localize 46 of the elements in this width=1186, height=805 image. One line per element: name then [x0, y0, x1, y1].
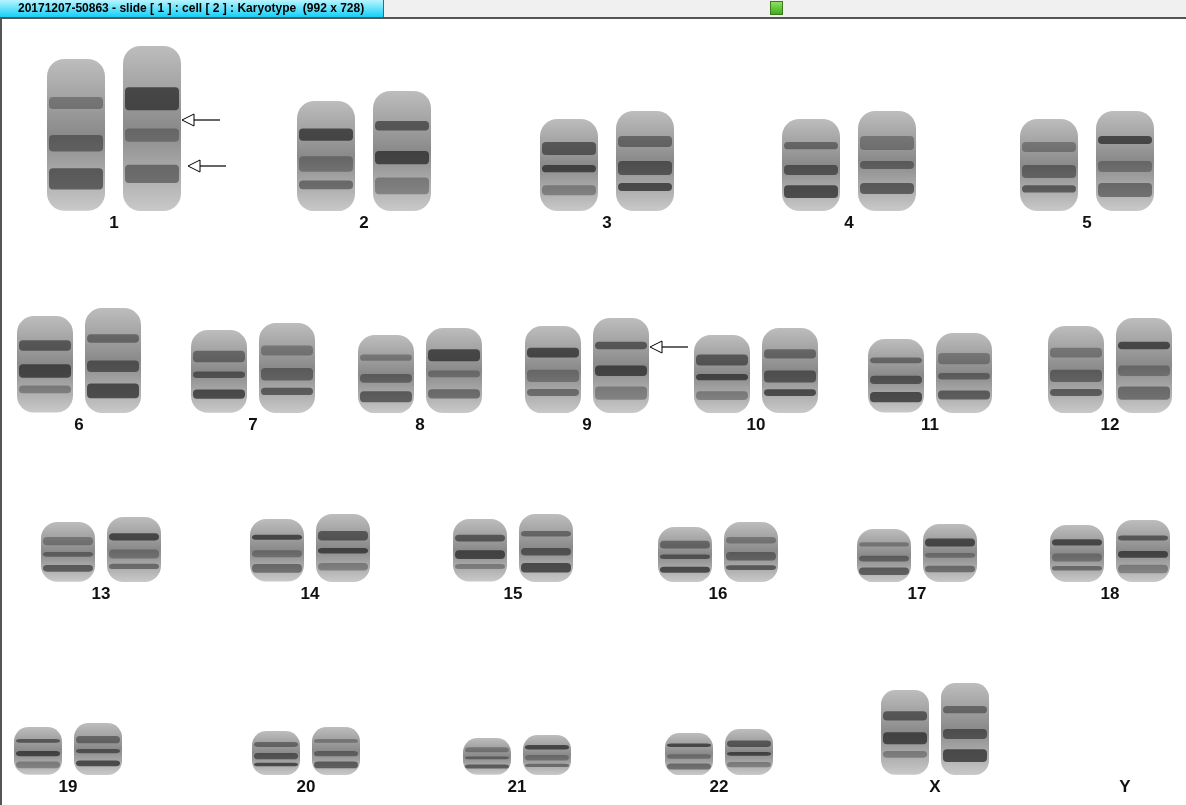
chromosome-drawing	[923, 524, 977, 582]
chromosome-drawing	[74, 723, 122, 775]
chromosome-label: Y	[1119, 777, 1131, 797]
chromosome-drawing	[107, 517, 161, 582]
chromosome-drawing	[41, 522, 95, 582]
chromosome-drawing	[252, 730, 300, 775]
chromosome-label: 19	[58, 777, 78, 797]
chromosome-drawing	[658, 526, 712, 582]
chromosome-drawing	[857, 528, 911, 582]
chromosome-drawing	[725, 729, 773, 775]
chromosome-label: 12	[1100, 415, 1120, 435]
status-indicator	[770, 1, 783, 15]
chromosome-label: 1	[109, 213, 119, 233]
chromosome-label: 16	[708, 584, 728, 604]
chromosome-drawing	[316, 514, 370, 582]
chromosome-label: 4	[844, 213, 854, 233]
chromosome-label: 15	[503, 584, 523, 604]
chromosome-drawing	[665, 732, 713, 775]
chromosome-drawing	[724, 522, 778, 582]
chromosome-drawing	[1116, 520, 1170, 582]
chromosome-label: 6	[74, 415, 84, 435]
chromosome-label: 21	[507, 777, 527, 797]
chromosome-label: 18	[1100, 584, 1120, 604]
chromosome-drawing	[523, 735, 571, 775]
chromosome-label: 20	[296, 777, 316, 797]
chromosome-label: 2	[359, 213, 369, 233]
chromosome-label: 14	[300, 584, 320, 604]
chromosome-drawing	[1050, 524, 1104, 582]
chromosome-label: 7	[248, 415, 258, 435]
chromosome-drawing	[463, 738, 511, 775]
chromosome-drawing	[519, 514, 573, 582]
chromosome-drawing	[453, 519, 507, 582]
chromosome-label: 3	[602, 213, 612, 233]
chromosome-label: 17	[907, 584, 927, 604]
chromosome-label: 13	[91, 584, 111, 604]
chromosome-label: 22	[709, 777, 729, 797]
chromosome-label: 8	[415, 415, 425, 435]
window-title[interactable]: 20171207-50863 - slide [ 1 ] : cell [ 2 ] : Karyotype (992 x 728)	[0, 0, 384, 17]
chromosome-drawing	[14, 727, 62, 775]
chromosome-label: 11	[921, 415, 939, 435]
chromosome-label: 9	[582, 415, 592, 435]
chromosome-label: 5	[1082, 213, 1092, 233]
chromosome-label: 10	[746, 415, 766, 435]
chromosome-drawing	[250, 519, 304, 582]
chromosome-label: X	[929, 777, 941, 797]
chromosome-drawing	[312, 727, 360, 775]
